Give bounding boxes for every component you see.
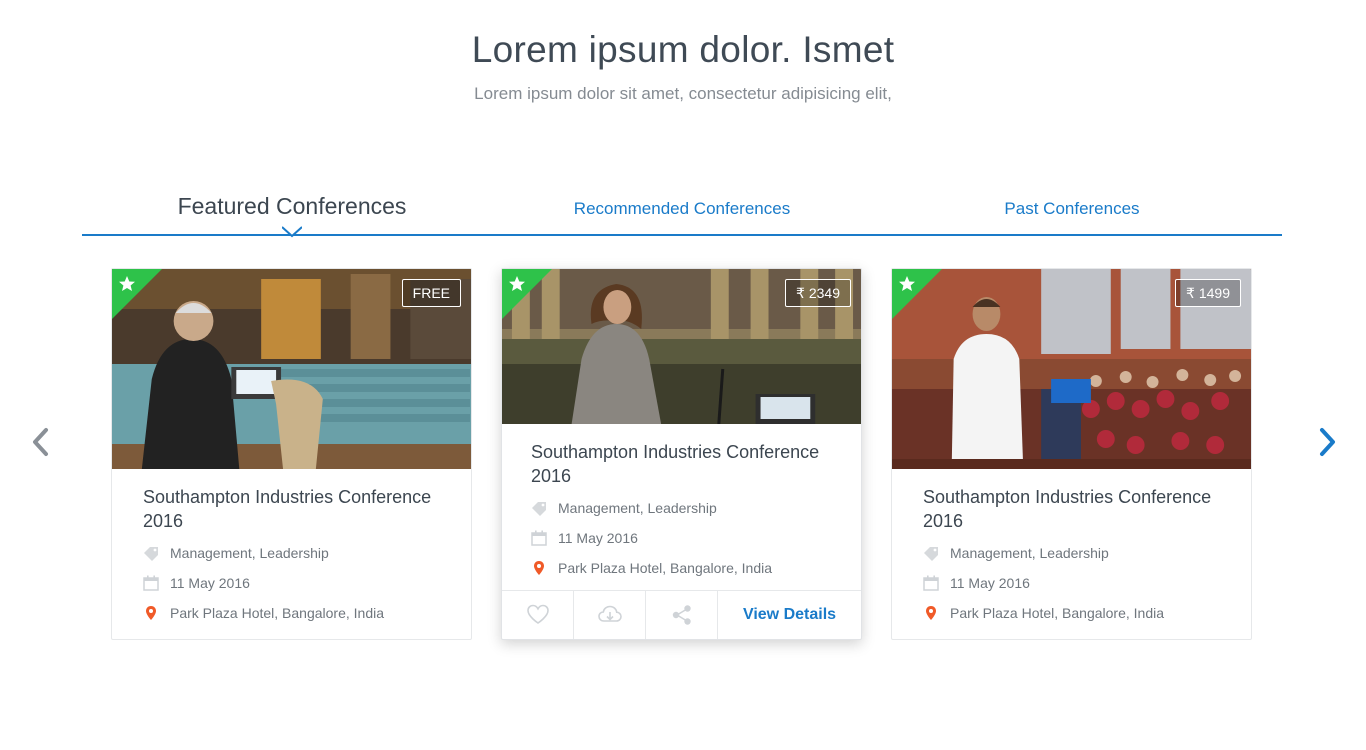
conference-location: Park Plaza Hotel, Bangalore, India (143, 602, 440, 623)
conference-card[interactable]: ₹ 2349 Southampton Industries Conference… (501, 268, 862, 640)
conference-tabs: Featured Conferences Recommended Confere… (82, 180, 1282, 238)
conference-photo: FREE (112, 269, 471, 469)
map-pin-icon (534, 560, 544, 575)
tag-icon (924, 546, 938, 561)
hero-section: Lorem ipsum dolor. Ismet Lorem ipsum dol… (0, 28, 1366, 104)
tab-recommended-conferences[interactable]: Recommended Conferences (482, 183, 882, 235)
conference-tags: Management, Leadership (531, 497, 832, 518)
price-badge: ₹ 2349 (785, 279, 851, 307)
location-text: Park Plaza Hotel, Bangalore, India (950, 604, 1165, 621)
conference-card[interactable]: FREE Southampton Industries Conference 2… (111, 268, 472, 640)
date-text: 11 May 2016 (170, 574, 250, 591)
calendar-icon (531, 530, 547, 546)
location-text: Park Plaza Hotel, Bangalore, India (558, 559, 773, 576)
star-icon (112, 269, 162, 319)
tag-icon (144, 546, 158, 561)
chevron-left-icon[interactable] (26, 422, 56, 462)
favorite-button[interactable] (502, 591, 574, 639)
download-button[interactable] (574, 591, 646, 639)
heart-icon (526, 604, 549, 624)
page-title: Lorem ipsum dolor. Ismet (471, 29, 895, 70)
calendar-icon (923, 575, 939, 591)
chevron-right-icon[interactable] (1312, 422, 1342, 462)
share-button[interactable] (646, 591, 718, 639)
date-text: 11 May 2016 (558, 529, 638, 546)
star-icon (502, 269, 552, 319)
conference-location: Park Plaza Hotel, Bangalore, India (923, 602, 1220, 623)
tab-past-conferences[interactable]: Past Conferences (872, 183, 1272, 235)
price-badge: ₹ 1499 (1175, 279, 1241, 307)
tag-icon (532, 501, 546, 516)
conference-date: 11 May 2016 (531, 527, 832, 548)
conference-date: 11 May 2016 (143, 572, 440, 593)
conference-date: 11 May 2016 (923, 572, 1220, 593)
card-actions: View Details (502, 590, 861, 639)
map-pin-icon (146, 605, 156, 620)
active-tab-caret-icon (282, 226, 302, 238)
conference-tags: Management, Leadership (143, 542, 440, 563)
view-details-button[interactable]: View Details (718, 591, 861, 639)
conference-photo: ₹ 1499 (892, 269, 1251, 469)
tags-text: Management, Leadership (950, 544, 1109, 561)
star-icon (892, 269, 942, 319)
calendar-icon (143, 575, 159, 591)
tags-text: Management, Leadership (558, 499, 717, 516)
location-text: Park Plaza Hotel, Bangalore, India (170, 604, 385, 621)
conference-title[interactable]: Southampton Industries Conference 2016 (923, 485, 1220, 533)
conference-title[interactable]: Southampton Industries Conference 2016 (143, 485, 440, 533)
price-badge: FREE (401, 279, 461, 307)
date-text: 11 May 2016 (950, 574, 1030, 591)
conference-tags: Management, Leadership (923, 542, 1220, 563)
conference-photo: ₹ 2349 (502, 269, 861, 424)
conference-title[interactable]: Southampton Industries Conference 2016 (531, 440, 832, 488)
cloud-download-icon (597, 605, 622, 622)
map-pin-icon (926, 605, 936, 620)
share-icon (672, 605, 691, 625)
conference-location: Park Plaza Hotel, Bangalore, India (531, 557, 832, 578)
conference-card[interactable]: ₹ 1499 Southampton Industries Conference… (891, 268, 1252, 640)
page-subtitle: Lorem ipsum dolor sit amet, consectetur … (474, 84, 892, 103)
tags-text: Management, Leadership (170, 544, 329, 561)
